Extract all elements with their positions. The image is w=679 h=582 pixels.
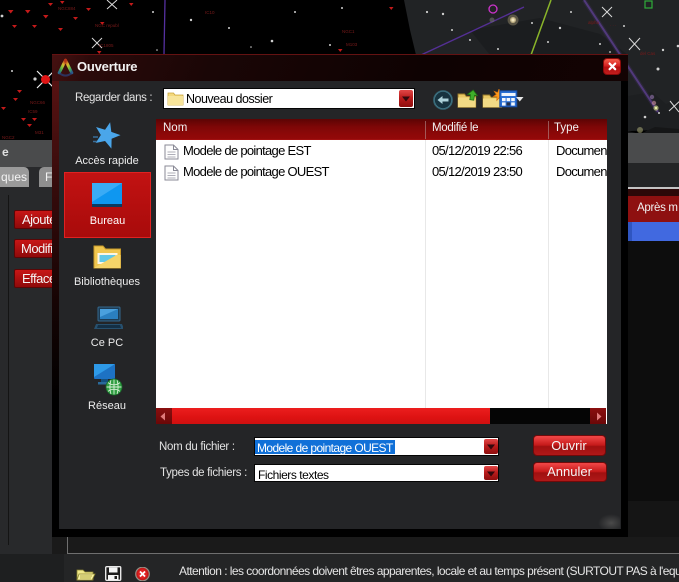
svg-text:NGC1: NGC1	[342, 29, 355, 34]
svg-text:IC10: IC10	[205, 10, 215, 15]
svg-text:IC1805: IC1805	[99, 43, 114, 48]
svg-text:alpha: alpha	[588, 20, 600, 25]
svg-text:NGC66: NGC66	[30, 100, 46, 105]
svg-text:M31: M31	[35, 130, 44, 135]
svg-text:IC59: IC59	[28, 109, 38, 114]
svg-text:del Cas: del Cas	[640, 51, 656, 56]
svg-text:M103: M103	[346, 42, 358, 47]
svg-text:NGC884: NGC884	[58, 6, 76, 11]
svg-text:. . .: . . .	[610, 22, 616, 27]
svg-text:NGC republ: NGC republ	[95, 23, 119, 28]
